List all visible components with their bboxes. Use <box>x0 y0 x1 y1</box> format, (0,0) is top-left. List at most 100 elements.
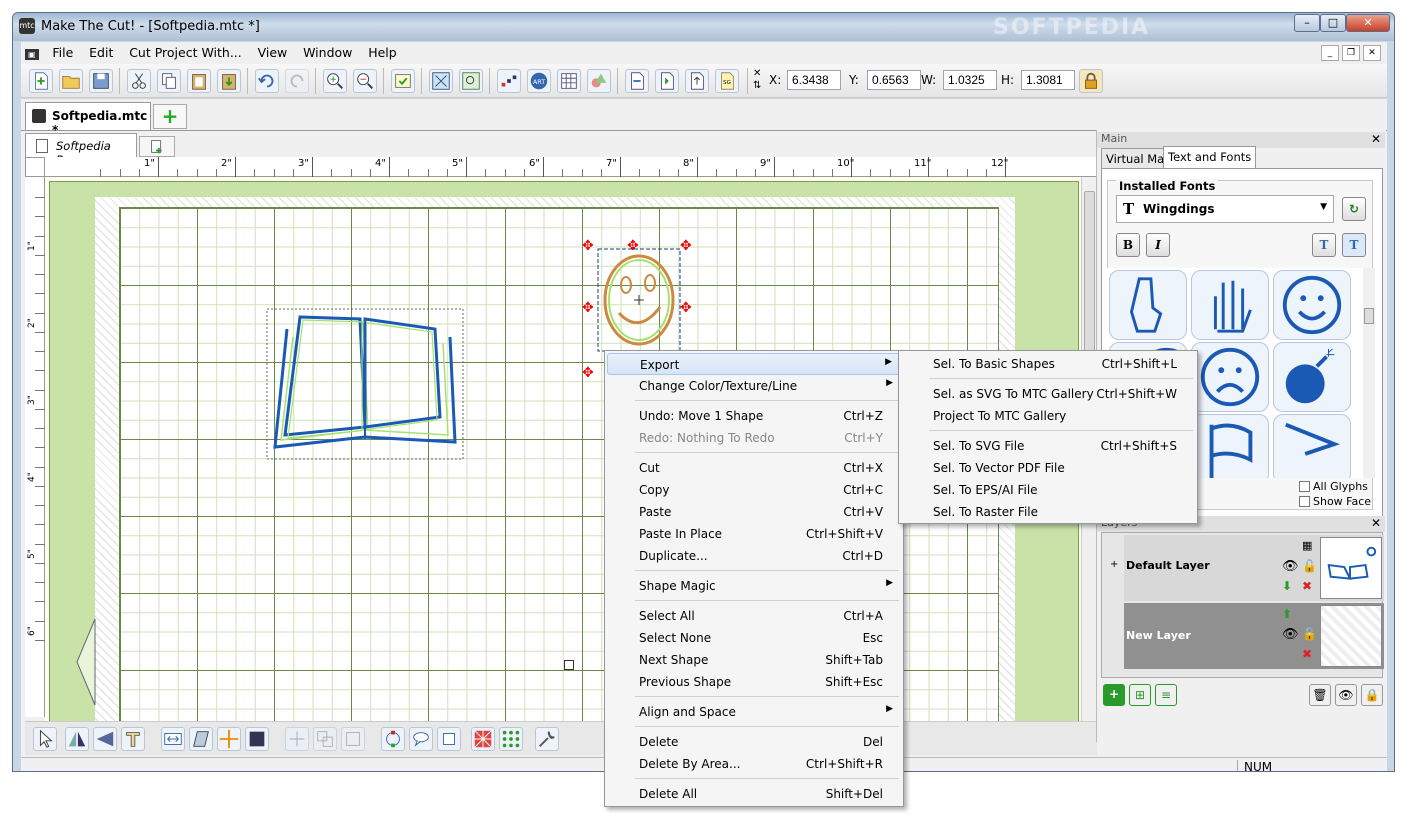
glyph-scrollbar[interactable] <box>1363 268 1375 478</box>
text-tool-icon[interactable] <box>121 727 145 751</box>
resize-handle-ne[interactable]: ✥ <box>680 239 692 253</box>
wrench-icon[interactable] <box>535 727 559 751</box>
copy-icon[interactable] <box>157 69 181 93</box>
export_menu-sel-to-svg-file[interactable]: Sel. To SVG File Ctrl+Shift+S <box>901 435 1195 457</box>
width-input[interactable] <box>943 70 997 90</box>
export-icon[interactable] <box>685 69 709 93</box>
paste-icon[interactable] <box>187 69 211 93</box>
glyph-wavy-flag[interactable] <box>1273 414 1351 478</box>
trash-icon[interactable]: 🗑 <box>1309 684 1331 706</box>
context_menu-paste-in-place[interactable]: Paste In Place Ctrl+Shift+V <box>607 523 901 545</box>
show-face-checkbox[interactable]: Show Face <box>1299 495 1371 508</box>
italic-button[interactable]: I <box>1146 233 1170 257</box>
visibility-eye-icon[interactable]: 👁 <box>1282 627 1299 642</box>
menu-window[interactable]: Window <box>297 42 358 63</box>
menu-view[interactable]: View <box>252 42 294 63</box>
main-panel-close-icon[interactable]: ✕ <box>1371 132 1381 146</box>
export_menu-project-to-mtc-gallery[interactable]: Project To MTC Gallery <box>901 405 1195 427</box>
context_menu-select-none[interactable]: Select None Esc <box>607 627 901 649</box>
skew-icon[interactable] <box>189 727 213 751</box>
new-icon[interactable] <box>29 69 53 93</box>
maximize-button[interactable]: □ <box>1320 14 1346 32</box>
menu-app-icon[interactable]: ▣ <box>25 49 39 60</box>
zoom-out-icon[interactable] <box>353 69 377 93</box>
layer-properties-icon[interactable]: ≡ <box>1155 684 1177 706</box>
bold-button[interactable]: B <box>1116 233 1140 257</box>
delete-layer-icon[interactable]: ✖ <box>1302 579 1312 593</box>
context_menu-delete-all[interactable]: Delete All Shift+Del <box>607 783 901 805</box>
page-setup-icon[interactable] <box>391 69 415 93</box>
glyph-smiley[interactable] <box>1273 270 1351 340</box>
add-page-button[interactable] <box>139 136 175 157</box>
zoom-select-icon[interactable] <box>459 69 483 93</box>
context_menu-shape-magic[interactable]: Shape Magic ▶ <box>607 575 901 597</box>
flip-vertical-icon[interactable] <box>93 727 117 751</box>
menu-help[interactable]: Help <box>362 42 403 63</box>
dot-grid-icon[interactable] <box>499 727 523 751</box>
save-icon[interactable] <box>89 69 113 93</box>
scroll-left-arrow-icon[interactable] <box>75 617 99 707</box>
resize-handle-n[interactable]: ✥ <box>627 239 639 253</box>
lock-aspect-icon[interactable] <box>1079 69 1103 93</box>
paste-in-place-icon[interactable] <box>217 69 241 93</box>
move-up-icon[interactable]: ⬆ <box>1282 607 1292 621</box>
context_menu-undo-move-1-shape[interactable]: Undo: Move 1 Shape Ctrl+Z <box>607 405 901 427</box>
document-tab[interactable]: Softpedia.mtc * <box>25 102 151 137</box>
export_menu-sel-to-raster-file[interactable]: Sel. To Raster File <box>901 501 1195 523</box>
zoom-in-icon[interactable] <box>323 69 347 93</box>
layer-color-icon[interactable]: ▦ <box>1302 539 1312 552</box>
font-select[interactable]: T Wingdings ▼ <box>1116 195 1334 223</box>
export_menu-sel-as-svg-to-mtc-gallery[interactable]: Sel. as SVG To MTC Gallery Ctrl+Shift+W <box>901 383 1195 405</box>
weld-icon[interactable] <box>217 727 241 751</box>
add-layer-icon[interactable]: + <box>1103 684 1125 706</box>
snap-icon[interactable] <box>429 69 453 93</box>
page-tab[interactable]: Softpedia Page <box>25 133 137 167</box>
tab-text-and-fonts[interactable]: Text and Fonts <box>1163 146 1257 168</box>
undo-icon[interactable] <box>255 69 279 93</box>
context_menu-paste[interactable]: Paste Ctrl+V <box>607 501 901 523</box>
export_menu-sel-to-vector-pdf-file[interactable]: Sel. To Vector PDF File <box>901 457 1195 479</box>
ungroup-icon[interactable] <box>341 727 365 751</box>
close-button[interactable]: ✕ <box>1346 14 1390 32</box>
menu-file[interactable]: File <box>46 42 79 63</box>
context_menu-duplicate[interactable]: Duplicate... Ctrl+D <box>607 545 901 567</box>
mdi-restore-button[interactable]: ❐ <box>1342 45 1360 61</box>
mdi-minimize-button[interactable]: _ <box>1321 45 1339 61</box>
menu-cut-project[interactable]: Cut Project With... <box>123 42 248 63</box>
cut-icon[interactable] <box>127 69 151 93</box>
resize-handle-nw[interactable]: ✥ <box>582 239 594 253</box>
move-down-icon[interactable]: ⬇ <box>1282 579 1292 593</box>
show-all-eye-icon[interactable]: 👁 <box>1335 684 1357 706</box>
glyph-bomb[interactable] <box>1273 342 1351 412</box>
minimize-button[interactable]: – <box>1294 14 1320 32</box>
node-edit-icon[interactable] <box>381 727 405 751</box>
height-input[interactable] <box>1021 70 1075 90</box>
group-icon[interactable] <box>313 727 337 751</box>
redo-icon[interactable] <box>285 69 309 93</box>
layers-panel-close-icon[interactable]: ✕ <box>1371 516 1381 530</box>
context_menu-delete-by-area[interactable]: Delete By Area... Ctrl+Shift+R <box>607 753 901 775</box>
smiley-shape[interactable] <box>594 245 684 355</box>
open-icon[interactable] <box>59 69 83 93</box>
all-glyphs-checkbox[interactable]: All Glyphs <box>1299 480 1368 493</box>
texture-icon[interactable] <box>471 727 495 751</box>
context_menu-delete[interactable]: Delete Del <box>607 731 901 753</box>
flip-horizontal-icon[interactable] <box>65 727 89 751</box>
ruler-corner[interactable] <box>25 157 45 177</box>
unlock-icon[interactable]: 🔓 <box>1302 627 1317 641</box>
context_menu-align-and-space[interactable]: Align and Space ▶ <box>607 701 901 723</box>
add-document-tab-button[interactable]: + <box>153 104 187 129</box>
x-coordinate-input[interactable] <box>787 70 841 90</box>
layer-row-default[interactable]: + Default Layer ▦ 👁 🔓 ⬇ ✖ <box>1110 535 1384 601</box>
fit-icon[interactable] <box>161 727 185 751</box>
mdi-close-button[interactable]: ✕ <box>1363 45 1381 61</box>
gallery-icon[interactable]: SG <box>715 69 739 93</box>
shadow-layer-icon[interactable] <box>437 727 461 751</box>
export_menu-sel-to-eps-ai-file[interactable]: Sel. To EPS/AI File <box>901 479 1195 501</box>
align-icon[interactable] <box>285 727 309 751</box>
export_menu-sel-to-basic-shapes[interactable]: Sel. To Basic Shapes Ctrl+Shift+L <box>901 353 1195 375</box>
scatter-icon[interactable] <box>497 69 521 93</box>
visibility-eye-icon[interactable]: 👁 <box>1282 559 1299 574</box>
import-icon[interactable] <box>625 69 649 93</box>
resize-handle-sw[interactable]: ✥ <box>582 366 594 380</box>
